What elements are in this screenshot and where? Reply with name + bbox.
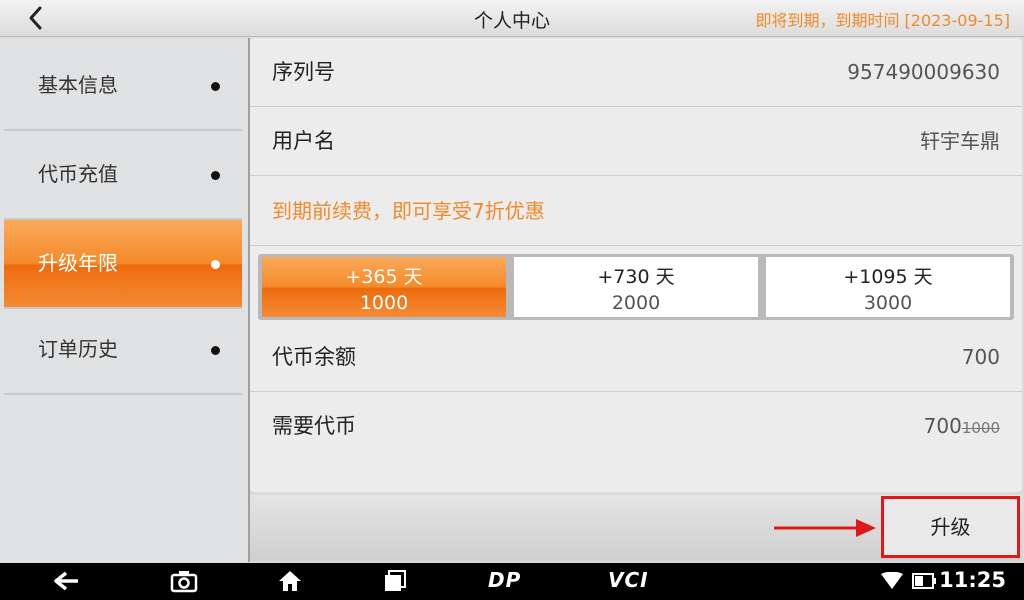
serial-value: 957490009630 [847,60,1000,84]
sidebar-item-label: 订单历史 [38,337,118,361]
recent-apps-icon[interactable] [382,569,408,593]
bullet-icon [211,171,220,180]
required-row: 需要代币 7001000 [250,392,1022,460]
year-options: +365 天 1000 +730 天 2000 +1095 天 3000 [258,254,1014,320]
upgrade-button[interactable]: 升级 [881,496,1020,558]
bullet-icon [211,82,220,91]
detail-panel: 序列号 957490009630 用户名 轩宇车鼎 到期前续费，即可享受7折优惠… [250,38,1022,492]
sidebar: 基本信息 代币充值 升级年限 订单历史 [0,38,250,562]
back-arrow-icon[interactable] [52,569,82,593]
system-nav-bar: DP VCI 11:25 [0,563,1024,600]
balance-row: 代币余额 700 [250,323,1022,392]
option-price: 1000 [359,292,409,314]
serial-row: 序列号 957490009630 [250,38,1022,107]
camera-icon[interactable] [170,569,198,593]
vci-button[interactable]: VCI [608,568,649,592]
title-bar: 个人中心 即将到期，到期时间 [2023-09-15] [0,0,1024,37]
sidebar-item-label: 升级年限 [38,251,118,275]
clock: 11:25 [939,568,1006,592]
action-bar: 升级 [250,495,1022,561]
wifi-icon [881,572,903,589]
home-icon[interactable] [276,569,304,593]
username-row: 用户名 轩宇车鼎 [250,107,1022,176]
dp-button[interactable]: DP [488,568,521,592]
option-price: 3000 [863,292,913,314]
sidebar-item-label: 基本信息 [38,73,118,97]
sidebar-item-order-history[interactable]: 订单历史 [4,306,242,395]
option-price: 2000 [611,292,661,314]
required-amount: 700 [923,414,962,438]
option-1095-days[interactable]: +1095 天 3000 [766,257,1010,317]
sidebar-item-upgrade-years[interactable]: 升级年限 [4,220,242,309]
username-label: 用户名 [272,129,335,153]
balance-value: 700 [961,345,1000,369]
promo-text: 到期前续费，即可享受7折优惠 [272,199,545,223]
sidebar-item-label: 代币充值 [38,162,118,186]
bullet-icon [211,346,220,355]
option-days: +730 天 [597,266,675,288]
option-365-days[interactable]: +365 天 1000 [262,257,506,317]
expire-notice: 即将到期，到期时间 [2023-09-15] [755,11,1010,30]
option-days: +365 天 [345,266,423,288]
battery-icon [912,573,936,589]
bullet-icon [211,260,220,269]
balance-label: 代币余额 [272,345,356,369]
serial-label: 序列号 [272,60,335,84]
username-value: 轩宇车鼎 [920,129,1000,153]
sidebar-item-token-recharge[interactable]: 代币充值 [4,131,242,220]
option-days: +1095 天 [843,266,933,288]
required-value: 7001000 [924,392,1000,462]
promo-row: 到期前续费，即可享受7折优惠 [250,177,1022,246]
sidebar-item-basic-info[interactable]: 基本信息 [4,42,242,131]
required-label: 需要代币 [272,414,356,438]
option-730-days[interactable]: +730 天 2000 [514,257,758,317]
arrow-right-icon [774,519,876,537]
original-amount: 1000 [961,419,1000,437]
